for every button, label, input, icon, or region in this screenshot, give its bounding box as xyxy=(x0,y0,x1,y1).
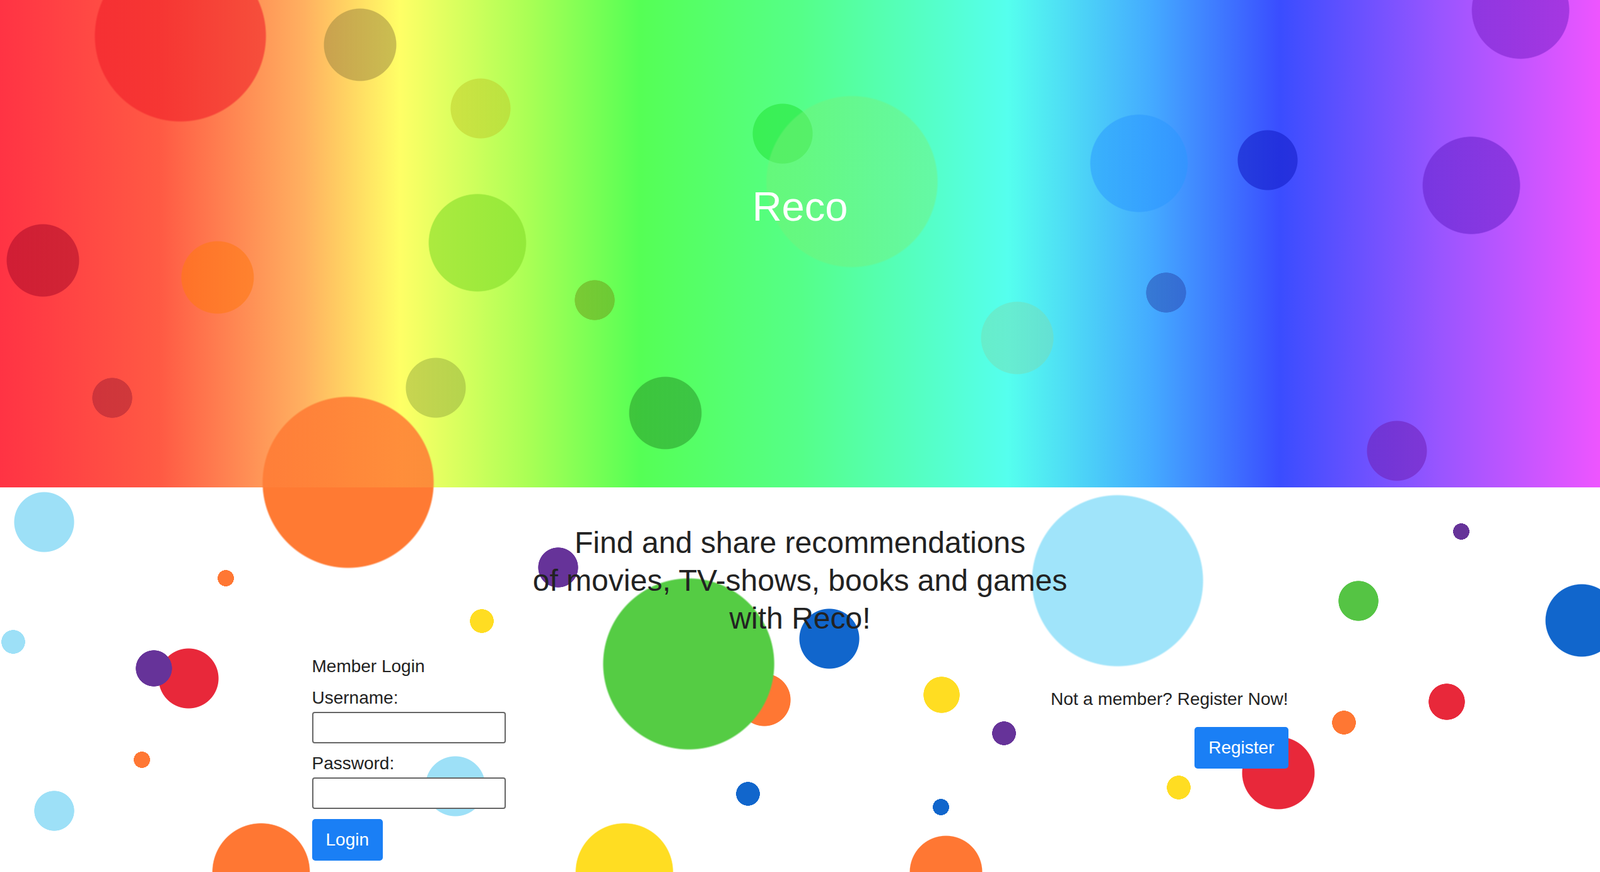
field-input[interactable] xyxy=(312,712,506,744)
field-label: Username: xyxy=(312,686,399,710)
login-heading: Member Login xyxy=(312,655,426,678)
tagline-line: with Reco! xyxy=(0,599,1600,638)
login-field: Password: xyxy=(312,752,506,810)
register-prompt: Not a member? Register Now! xyxy=(1050,688,1289,711)
login-button[interactable]: Login xyxy=(312,819,384,861)
login-field: Username: xyxy=(312,686,506,744)
tagline-line: of movies, TV-shows, books and games xyxy=(0,561,1600,600)
field-label: Password: xyxy=(312,752,395,776)
tagline-line: Find and share recommendations xyxy=(0,524,1600,562)
register-button[interactable]: Register xyxy=(1194,727,1288,769)
tagline: Find and share recommendationsof movies,… xyxy=(0,524,1600,638)
page: Reco Find and share recommendationsof mo… xyxy=(0,0,1600,872)
hero-banner: Reco xyxy=(0,0,1600,488)
register-section: Not a member? Register Now! Register xyxy=(1050,688,1289,769)
content-row: Member Login Username: Password: Login N… xyxy=(312,655,1289,861)
login-form: Member Login Username: Password: Login xyxy=(312,655,506,861)
field-input[interactable] xyxy=(312,777,506,810)
site-title: Reco xyxy=(752,182,849,231)
